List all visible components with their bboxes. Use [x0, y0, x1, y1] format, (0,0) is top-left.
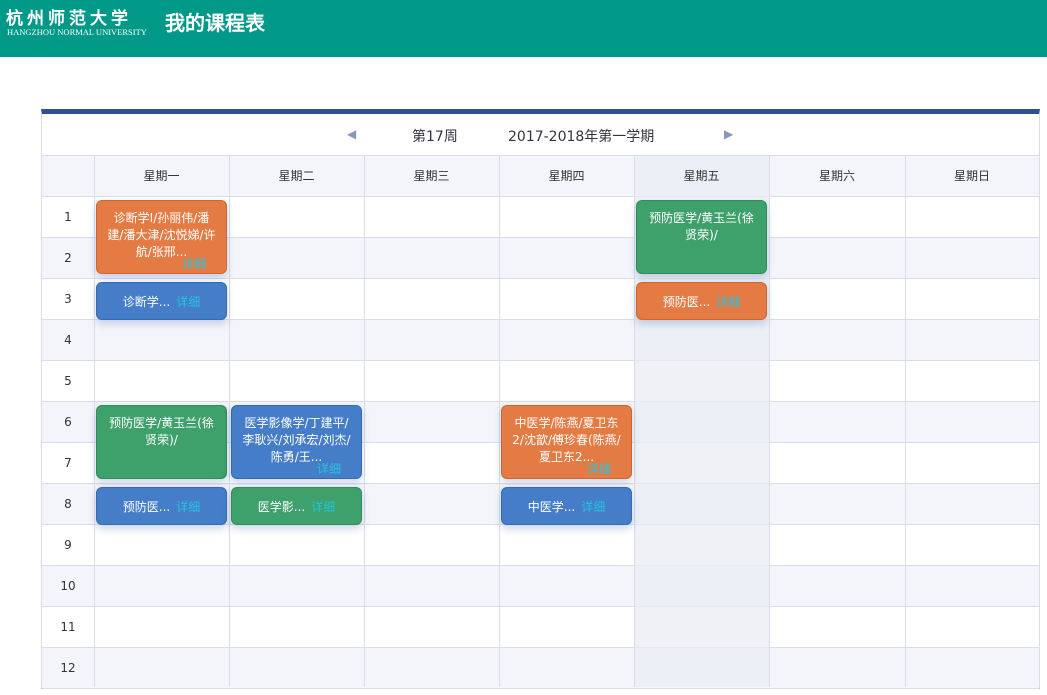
next-week-icon[interactable]: ▶ — [724, 127, 733, 141]
course-title: 诊断学... — [122, 295, 171, 309]
course-detail-link[interactable]: 详细 — [716, 295, 740, 309]
day-header-wed: 星期三 — [413, 169, 450, 183]
course-title: 预防医学/黄玉兰(徐贤荣)/ — [649, 211, 754, 242]
course-title: 医学影像学/丁建平/李耿兴/刘承宏/刘杰/陈勇/王... — [242, 416, 351, 464]
course-title: 预防医... — [122, 500, 171, 514]
period-number-3: 3 — [64, 292, 72, 306]
day-header-sun: 星期日 — [953, 169, 990, 183]
grid-line — [769, 156, 770, 687]
period-number-1: 1 — [64, 210, 72, 224]
grid-line — [364, 156, 365, 687]
course-detail-link[interactable]: 详细 — [176, 295, 200, 309]
course-title: 医学影... — [257, 500, 306, 514]
day-header-fri: 星期五 — [683, 169, 720, 183]
period-number-8: 8 — [64, 497, 72, 511]
course-detail-link[interactable]: 详细 — [311, 500, 335, 514]
course-block-mon-3[interactable]: 诊断学... 详细 — [96, 282, 227, 320]
period-number-7: 7 — [64, 456, 72, 470]
course-title: 中医学... — [527, 500, 576, 514]
day-header-mon: 星期一 — [143, 169, 180, 183]
course-detail-link[interactable]: 详细 — [176, 500, 200, 514]
app-header: 杭州师范大学 HANGZHOU NORMAL UNIVERSITY 我的课程表 — [0, 0, 1047, 57]
course-detail-link[interactable]: 详细 — [581, 500, 605, 514]
course-block-tue-8[interactable]: 医学影... 详细 — [231, 487, 362, 525]
course-block-mon-1[interactable]: 诊断学Ⅰ/孙丽伟/潘建/潘大津/沈悦娣/许航/张邢... 详细 — [96, 200, 227, 274]
course-detail-link[interactable]: 详细 — [587, 460, 611, 477]
period-number-11: 11 — [60, 620, 76, 634]
period-number-10: 10 — [60, 579, 76, 593]
period-number-9: 9 — [64, 538, 72, 552]
course-title: 诊断学Ⅰ/孙丽伟/潘建/潘大津/沈悦娣/许航/张邢... — [107, 211, 216, 259]
course-title: 预防医学/黄玉兰(徐贤荣)/ — [109, 416, 214, 447]
period-number-5: 5 — [64, 374, 72, 388]
course-title: 预防医... — [662, 295, 711, 309]
grid-line — [634, 156, 635, 687]
timetable-panel: ◀ 第17周 2017-2018年第一学期 ▶ 星期一 星期二 星期三 星期四 … — [41, 109, 1040, 689]
day-header-thu: 星期四 — [548, 169, 585, 183]
prev-week-icon[interactable]: ◀ — [347, 127, 356, 141]
course-block-thu-6[interactable]: 中医学/陈燕/夏卫东2/沈歆/傅珍春(陈燕/夏卫东2... 详细 — [501, 405, 632, 479]
period-row-4 — [42, 320, 1039, 361]
period-number-2: 2 — [64, 251, 72, 265]
period-row-9 — [42, 525, 1039, 566]
period-number-12: 12 — [60, 661, 76, 675]
week-label: 第17周 — [412, 129, 458, 145]
period-number-4: 4 — [64, 333, 72, 347]
period-row-12 — [42, 648, 1039, 689]
course-block-mon-6[interactable]: 预防医学/黄玉兰(徐贤荣)/ — [96, 405, 227, 479]
course-block-mon-8[interactable]: 预防医... 详细 — [96, 487, 227, 525]
period-row-11 — [42, 607, 1039, 648]
period-row-5 — [42, 361, 1039, 402]
university-logo[interactable]: 杭州师范大学 HANGZHOU NORMAL UNIVERSITY — [6, 4, 158, 40]
day-header-sat: 星期六 — [818, 169, 855, 183]
period-row-10 — [42, 566, 1039, 607]
page-title: 我的课程表 — [165, 11, 265, 35]
course-detail-link[interactable]: 详细 — [317, 460, 341, 477]
logo-chinese-name: 杭州师范大学 — [6, 9, 132, 29]
grid-line — [229, 156, 230, 687]
grid-line — [905, 156, 906, 687]
grid-line — [499, 156, 500, 687]
course-block-thu-8[interactable]: 中医学... 详细 — [501, 487, 632, 525]
term-label: 2017-2018年第一学期 — [508, 129, 655, 145]
course-detail-link[interactable]: 详细 — [182, 255, 206, 272]
day-header-tue: 星期二 — [278, 169, 315, 183]
course-block-fri-1[interactable]: 预防医学/黄玉兰(徐贤荣)/ — [636, 200, 767, 274]
logo-english-name: HANGZHOU NORMAL UNIVERSITY — [7, 27, 147, 37]
week-navigator: ◀ 第17周 2017-2018年第一学期 ▶ — [42, 114, 1039, 156]
period-number-6: 6 — [64, 415, 72, 429]
course-title: 中医学/陈燕/夏卫东2/沈歆/傅珍春(陈燕/夏卫东2... — [512, 416, 621, 464]
grid-line — [94, 156, 95, 687]
course-block-tue-6[interactable]: 医学影像学/丁建平/李耿兴/刘承宏/刘杰/陈勇/王... 详细 — [231, 405, 362, 479]
course-block-fri-3[interactable]: 预防医... 详细 — [636, 282, 767, 320]
